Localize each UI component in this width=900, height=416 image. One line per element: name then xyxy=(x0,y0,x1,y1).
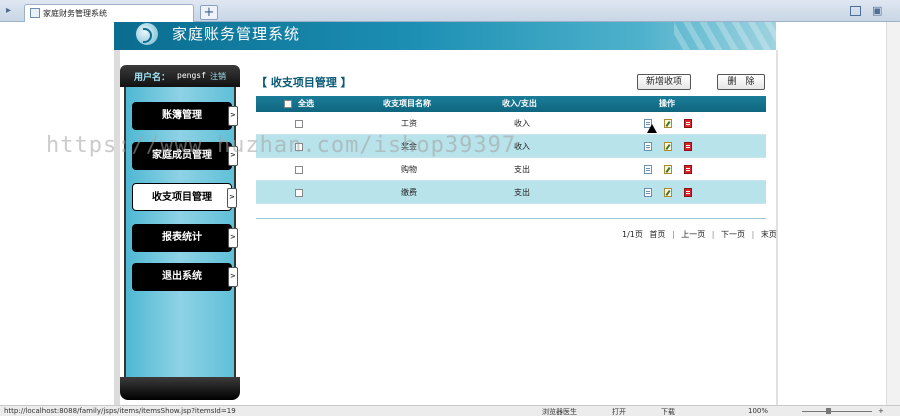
delete-icon[interactable] xyxy=(684,188,692,197)
header-banner: 家庭账务管理系统 xyxy=(114,22,776,50)
table-row: 缴费 支出 xyxy=(256,181,766,204)
banner-decoration xyxy=(674,22,776,50)
column-header-name: 收支项目名称 xyxy=(383,99,431,108)
main-content: 【 收支项目管理 】 新增收项 删 除 全选 收支项目名称 收入/支出 操作 工… xyxy=(248,65,777,385)
pager-separator: | xyxy=(671,230,675,239)
frame-border xyxy=(776,50,778,405)
view-icon[interactable] xyxy=(644,165,652,174)
column-header-actions: 操作 xyxy=(659,99,675,108)
delete-icon[interactable] xyxy=(684,142,692,151)
item-name: 缴费 xyxy=(401,188,417,197)
download-button[interactable]: 下载 xyxy=(661,407,675,416)
delete-button[interactable]: 删 除 xyxy=(717,74,765,90)
item-type: 支出 xyxy=(514,165,530,174)
table-row: 购物 支出 xyxy=(256,158,766,181)
column-header-type: 收入/支出 xyxy=(502,99,537,108)
watermark: https://www.huzhan.com/ishop39397 xyxy=(46,133,517,158)
pager-separator: | xyxy=(711,230,715,239)
edit-icon[interactable] xyxy=(664,165,672,174)
table-divider xyxy=(256,218,766,219)
add-item-button[interactable]: 新增收项 xyxy=(637,74,691,90)
item-name: 购物 xyxy=(401,165,417,174)
system-title: 家庭账务管理系统 xyxy=(172,25,301,43)
tab-title: 家庭财务管理系统 xyxy=(43,9,107,18)
row-checkbox[interactable] xyxy=(295,181,303,204)
username: pengsf xyxy=(177,71,206,80)
sidebar-item-exit[interactable]: 退出系统 xyxy=(132,263,238,291)
edit-icon[interactable] xyxy=(664,188,672,197)
view-icon[interactable] xyxy=(644,188,652,197)
sidebar-item-label: 账簿管理 xyxy=(162,110,202,121)
edit-icon[interactable] xyxy=(664,119,672,128)
restore-window-icon[interactable] xyxy=(850,6,861,16)
status-url: http://localhost:8088/family/jsps/items/… xyxy=(4,407,236,415)
item-type: 收入 xyxy=(514,119,530,128)
page-title: 【 收支项目管理 】 xyxy=(256,76,352,89)
sidebar: 用户名： pengsf 注销 账簿管理 家庭成员管理 收支项目管理 报表统计 退… xyxy=(120,65,240,400)
sidebar-toggle-icon[interactable]: ▸ xyxy=(6,5,18,17)
sidebar-item-label: 退出系统 xyxy=(162,271,202,282)
zoom-level[interactable]: 100% xyxy=(748,407,768,415)
pagination: 1/1页 首页 | 上一页 | 下一页 | 末页 xyxy=(620,229,779,240)
last-page-link[interactable]: 末页 xyxy=(761,230,777,239)
page-info: 1/1页 xyxy=(622,230,643,239)
select-all-checkbox[interactable] xyxy=(284,96,292,112)
sidebar-item-ledger[interactable]: 账簿管理 xyxy=(132,102,238,130)
sidebar-item-reports[interactable]: 报表统计 xyxy=(132,224,238,252)
select-all-label: 全选 xyxy=(298,99,314,108)
logo-icon xyxy=(136,23,158,45)
item-type: 支出 xyxy=(514,188,530,197)
item-name: 工资 xyxy=(401,119,417,128)
sidebar-item-income-items[interactable]: 收支项目管理 xyxy=(132,183,237,211)
status-bar: http://localhost:8088/family/jsps/items/… xyxy=(0,405,900,416)
first-page-link[interactable]: 首页 xyxy=(649,230,665,239)
item-type: 收入 xyxy=(514,142,530,151)
zoom-in-icon[interactable]: + xyxy=(878,407,884,415)
mouse-cursor xyxy=(647,124,657,133)
chevron-right-icon xyxy=(227,188,237,208)
open-button[interactable]: 打开 xyxy=(612,407,626,416)
user-bar: 用户名： pengsf 注销 xyxy=(120,65,240,87)
view-icon[interactable] xyxy=(644,142,652,151)
chevron-right-icon xyxy=(228,106,238,126)
browser-tab-bar: ▸ 家庭财务管理系统 × + ▣ xyxy=(0,0,900,23)
row-checkbox[interactable] xyxy=(295,158,303,181)
sidebar-menu: 账簿管理 家庭成员管理 收支项目管理 报表统计 退出系统 xyxy=(124,87,238,377)
sidebar-item-label: 收支项目管理 xyxy=(152,192,212,203)
sidebar-footer xyxy=(120,377,240,400)
prev-page-link[interactable]: 上一页 xyxy=(681,230,705,239)
vertical-scrollbar[interactable] xyxy=(886,22,900,405)
page-icon xyxy=(30,8,40,18)
delete-icon[interactable] xyxy=(684,119,692,128)
table-row: 工资 收入 xyxy=(256,112,766,135)
user-label: 用户名： xyxy=(134,73,171,83)
delete-icon[interactable] xyxy=(684,165,692,174)
next-page-link[interactable]: 下一页 xyxy=(721,230,745,239)
table-header: 全选 收支项目名称 收入/支出 操作 xyxy=(256,96,766,112)
edit-icon[interactable] xyxy=(664,142,672,151)
pager-separator: | xyxy=(751,230,755,239)
browser-tab[interactable]: 家庭财务管理系统 × xyxy=(24,4,219,23)
trash-icon[interactable]: ▣ xyxy=(872,5,882,17)
row-checkbox[interactable] xyxy=(295,112,303,135)
new-tab-button[interactable]: + xyxy=(200,5,218,20)
chevron-right-icon xyxy=(228,228,238,248)
zoom-slider[interactable] xyxy=(802,411,872,412)
logout-link[interactable]: 注销 xyxy=(210,71,226,82)
browser-doctor-button[interactable]: 浏览器医生 xyxy=(542,407,577,416)
sidebar-item-label: 报表统计 xyxy=(162,232,202,243)
zoom-slider-handle[interactable] xyxy=(826,408,831,414)
chevron-right-icon xyxy=(228,267,238,287)
